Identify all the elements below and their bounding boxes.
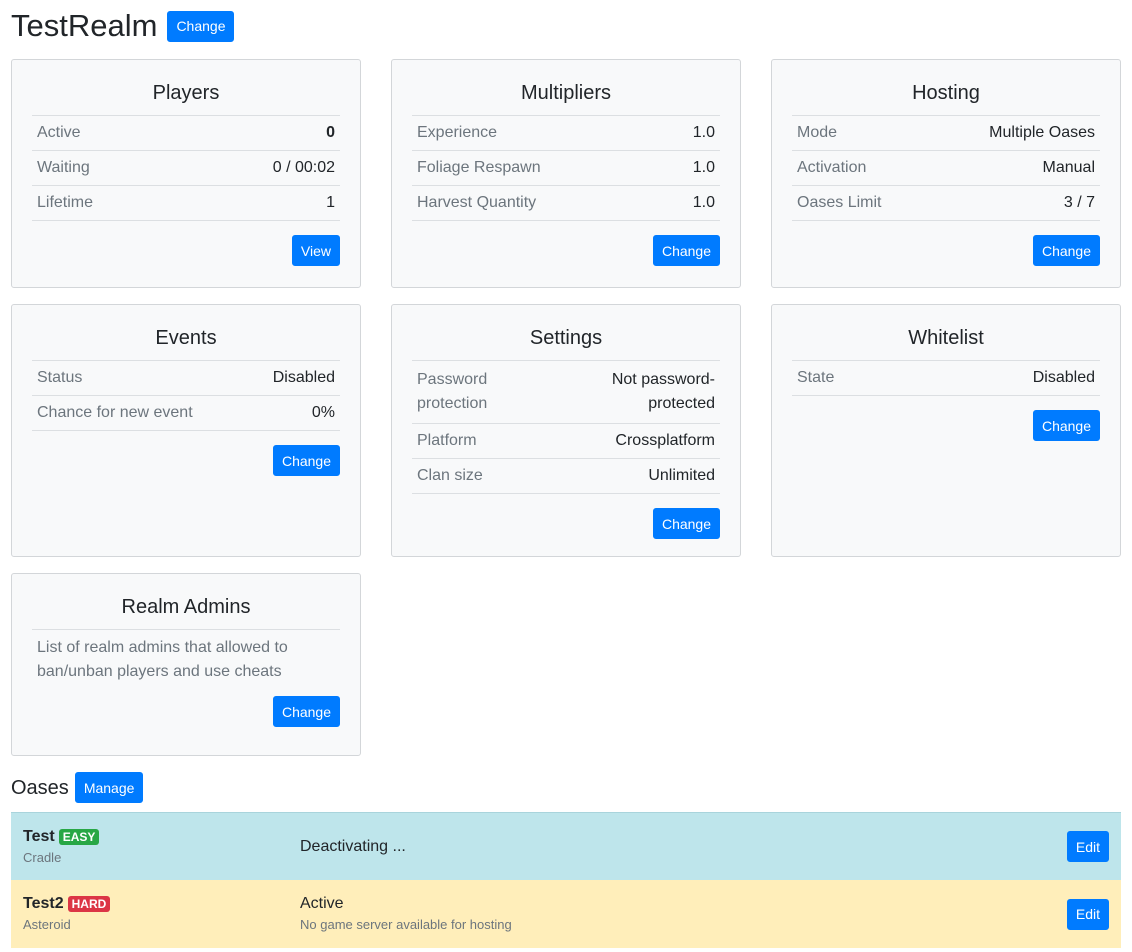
settings-card-title: Settings — [412, 325, 720, 361]
change-realm-button[interactable]: Change — [167, 10, 235, 42]
oasis-status: Deactivating ... — [300, 837, 406, 855]
row-value: 3 / 7 — [1063, 194, 1095, 211]
change-whitelist-button[interactable]: Change — [1032, 410, 1100, 441]
difficulty-badge: EASY — [58, 828, 100, 845]
oasis-type: Cradle — [23, 849, 62, 865]
row-value: 0% — [311, 404, 335, 421]
row-label: Password protection — [417, 371, 488, 412]
settings-clan-size-row: Clan size Unlimited — [412, 459, 720, 494]
oasis-type: Asteroid — [23, 917, 71, 932]
oasis-row: Test EASY Cradle Deactivating ... Edit — [11, 812, 1121, 880]
events-status-row: Status Disabled — [32, 361, 340, 396]
players-active-row: Active 0 — [32, 116, 340, 151]
players-lifetime-row: Lifetime 1 — [32, 186, 340, 221]
row-value: Unlimited — [648, 467, 715, 484]
row-label: Mode — [797, 124, 838, 141]
row-value: 1.0 — [692, 194, 715, 211]
row-label: Status — [37, 369, 83, 386]
row-value: 0 / 00:02 — [272, 159, 335, 176]
row-value: 1 — [326, 194, 335, 211]
row-value: Crossplatform — [615, 432, 715, 449]
settings-actions: Change — [412, 508, 720, 539]
realm-admins-description: List of realm admins that allowed to ban… — [37, 639, 288, 680]
oasis-name-line: Test2 HARD — [23, 894, 300, 914]
row-label: Experience — [417, 124, 498, 141]
whitelist-actions: Change — [792, 410, 1100, 441]
oasis-status-block: Deactivating ... — [300, 837, 1067, 857]
players-card: Players Active 0 Waiting 0 / 00:02 Lifet… — [11, 59, 361, 288]
change-realm-admins-button[interactable]: Change — [272, 696, 340, 727]
oasis-status-note: No game server available for hosting — [300, 917, 512, 932]
whitelist-card-title: Whitelist — [792, 325, 1100, 361]
multipliers-experience-row: Experience 1.0 — [412, 116, 720, 151]
settings-password-row: Password protection Not password-protect… — [412, 361, 720, 424]
row-value: Manual — [1042, 159, 1095, 176]
row-label: Harvest Quantity — [417, 194, 537, 211]
change-multipliers-button[interactable]: Change — [652, 235, 720, 266]
whitelist-state-row: State Disabled — [792, 361, 1100, 396]
players-waiting-row: Waiting 0 / 00:02 — [32, 151, 340, 186]
hosting-activation-row: Activation Manual — [792, 151, 1100, 186]
realm-admins-card: Realm Admins List of realm admins that a… — [11, 573, 361, 756]
realm-title: TestRealm — [11, 8, 158, 43]
oasis-name: Test — [23, 827, 55, 845]
events-chance-row: Chance for new event 0% — [32, 396, 340, 431]
multipliers-actions: Change — [412, 235, 720, 266]
row-value: 1.0 — [692, 124, 715, 141]
settings-platform-row: Platform Crossplatform — [412, 424, 720, 459]
oasis-status-block: Active No game server available for host… — [300, 894, 1067, 934]
edit-oasis-button[interactable]: Edit — [1066, 831, 1109, 862]
row-label: Lifetime — [37, 194, 94, 211]
hosting-mode-row: Mode Multiple Oases — [792, 116, 1100, 151]
row-label: Active — [37, 124, 81, 141]
realm-header: TestRealm Change — [11, 6, 235, 46]
hosting-card: Hosting Mode Multiple Oases Activation M… — [771, 59, 1121, 288]
oasis-status: Active — [300, 895, 344, 912]
whitelist-card: Whitelist State Disabled Change — [771, 304, 1121, 557]
multipliers-card: Multipliers Experience 1.0 Foliage Respa… — [391, 59, 741, 288]
row-value: Not password-protected — [611, 371, 715, 412]
difficulty-badge: HARD — [67, 896, 111, 912]
events-card: Events Status Disabled Chance for new ev… — [11, 304, 361, 557]
row-label: Platform — [417, 432, 477, 449]
multipliers-foliage-row: Foliage Respawn 1.0 — [412, 151, 720, 186]
oasis-info: Test2 HARD Asteroid — [23, 894, 300, 934]
hosting-oases-limit-row: Oases Limit 3 / 7 — [792, 186, 1100, 221]
row-label: Oases Limit — [797, 194, 882, 211]
row-label: Activation — [797, 159, 867, 176]
change-settings-button[interactable]: Change — [652, 508, 720, 539]
players-actions: View — [32, 235, 340, 266]
change-events-button[interactable]: Change — [272, 445, 340, 476]
settings-card: Settings Password protection Not passwor… — [391, 304, 741, 557]
events-actions: Change — [32, 445, 340, 476]
oasis-name: Test2 — [23, 895, 64, 912]
oases-title: Oases — [11, 776, 69, 799]
players-card-title: Players — [32, 80, 340, 116]
hosting-actions: Change — [792, 235, 1100, 266]
realm-admins-card-title: Realm Admins — [32, 594, 340, 630]
hosting-card-title: Hosting — [792, 80, 1100, 116]
oasis-info: Test EASY Cradle — [23, 827, 300, 867]
row-label: Clan size — [417, 467, 483, 484]
realm-admins-actions: Change — [32, 696, 340, 727]
edit-oasis-button[interactable]: Edit — [1066, 898, 1109, 930]
oases-header: Oases Manage — [11, 772, 144, 803]
row-label: State — [797, 369, 835, 386]
row-value: Disabled — [272, 369, 335, 386]
manage-oases-button[interactable]: Manage — [74, 772, 144, 803]
change-hosting-button[interactable]: Change — [1032, 235, 1100, 266]
row-value: 1.0 — [692, 159, 715, 176]
row-value: Multiple Oases — [989, 124, 1095, 141]
row-value: 0 — [326, 124, 335, 141]
row-label: Waiting — [37, 159, 90, 176]
row-value: Disabled — [1032, 369, 1095, 386]
events-card-title: Events — [32, 325, 340, 361]
oasis-row: Test2 HARD Asteroid Active No game serve… — [11, 880, 1121, 948]
multipliers-harvest-row: Harvest Quantity 1.0 — [412, 186, 720, 221]
oasis-name-line: Test EASY — [23, 827, 300, 847]
view-players-button[interactable]: View — [291, 235, 340, 266]
multipliers-card-title: Multipliers — [412, 80, 720, 116]
row-label: Foliage Respawn — [417, 159, 541, 176]
row-label: Chance for new event — [37, 404, 193, 421]
